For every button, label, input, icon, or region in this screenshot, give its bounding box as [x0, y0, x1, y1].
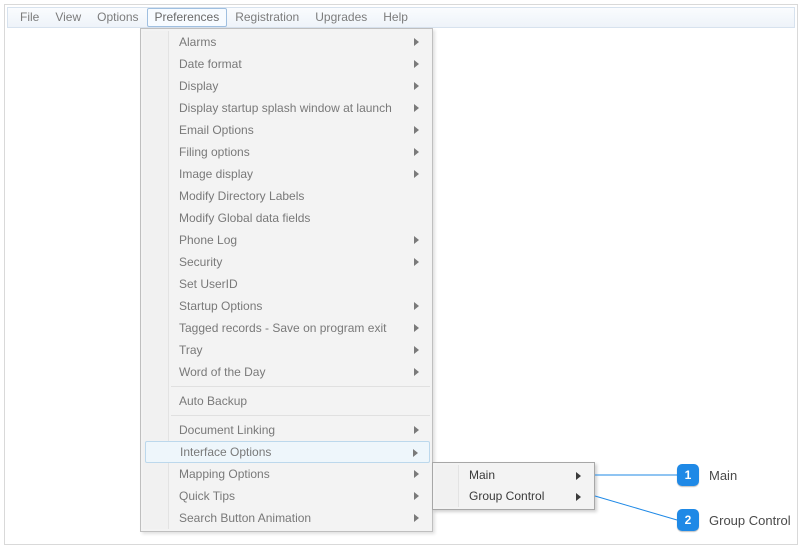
preferences-dropdown: Alarms Date format Display Display start… [140, 28, 433, 532]
menu-preferences[interactable]: Preferences [147, 8, 228, 27]
menu-item-display-startup-splash[interactable]: Display startup splash window at launch [171, 97, 430, 119]
submenu-icon-gutter [435, 465, 459, 507]
submenu-arrow-icon [414, 492, 420, 500]
callout-connector-1 [595, 467, 685, 487]
menu-item-label: Main [469, 468, 495, 482]
menu-options[interactable]: Options [89, 8, 146, 27]
submenu-arrow-icon [414, 38, 420, 46]
menu-item-label: Date format [179, 57, 242, 71]
menu-item-display[interactable]: Display [171, 75, 430, 97]
menu-separator [171, 415, 430, 416]
menu-item-email-options[interactable]: Email Options [171, 119, 430, 141]
menu-separator [171, 386, 430, 387]
submenu-arrow-icon [414, 236, 420, 244]
menu-item-date-format[interactable]: Date format [171, 53, 430, 75]
callout-label-2: Group Control [709, 513, 791, 528]
menu-item-label: Phone Log [179, 233, 237, 247]
submenu-arrow-icon [414, 60, 420, 68]
menu-item-label: Startup Options [179, 299, 262, 313]
submenu-arrow-icon [414, 148, 420, 156]
menu-item-search-button-animation[interactable]: Search Button Animation [171, 507, 430, 529]
submenu-arrow-icon [414, 368, 420, 376]
submenu-arrow-icon [414, 170, 420, 178]
callout-label-1: Main [709, 468, 737, 483]
submenu-arrow-icon [414, 514, 420, 522]
menu-item-label: Quick Tips [179, 489, 235, 503]
menu-item-label: Interface Options [180, 445, 271, 459]
submenu-arrow-icon [414, 324, 420, 332]
callout-badge-1: 1 [677, 464, 699, 486]
menu-item-security[interactable]: Security [171, 251, 430, 273]
submenu-arrow-icon [414, 82, 420, 90]
submenu-arrow-icon [413, 449, 419, 457]
submenu-item-main[interactable]: Main [461, 465, 592, 486]
menu-item-label: Word of the Day [179, 365, 265, 379]
menu-item-auto-backup[interactable]: Auto Backup [171, 390, 430, 412]
menu-item-startup-options[interactable]: Startup Options [171, 295, 430, 317]
menu-item-modify-directory-labels[interactable]: Modify Directory Labels [171, 185, 430, 207]
menu-item-label: Email Options [179, 123, 254, 137]
menu-item-quick-tips[interactable]: Quick Tips [171, 485, 430, 507]
menu-item-label: Filing options [179, 145, 250, 159]
menu-item-label: Auto Backup [179, 394, 247, 408]
menu-item-label: Modify Global data fields [179, 211, 310, 225]
menu-help[interactable]: Help [375, 8, 416, 27]
menu-item-image-display[interactable]: Image display [171, 163, 430, 185]
interface-options-submenu: Main Group Control [432, 462, 595, 510]
menu-item-phone-log[interactable]: Phone Log [171, 229, 430, 251]
menu-item-alarms[interactable]: Alarms [171, 31, 430, 53]
callout-connector-2 [595, 490, 685, 530]
submenu-arrow-icon [576, 493, 582, 501]
submenu-arrow-icon [414, 104, 420, 112]
menu-item-label: Image display [179, 167, 253, 181]
menu-item-modify-global-data-fields[interactable]: Modify Global data fields [171, 207, 430, 229]
submenu-arrow-icon [414, 470, 420, 478]
app-frame: File View Options Preferences Registrati… [4, 4, 798, 545]
menu-item-document-linking[interactable]: Document Linking [171, 419, 430, 441]
menu-item-set-userid[interactable]: Set UserID [171, 273, 430, 295]
submenu-arrow-icon [414, 126, 420, 134]
menu-item-label: Set UserID [179, 277, 238, 291]
menu-registration[interactable]: Registration [227, 8, 307, 27]
menu-item-filing-options[interactable]: Filing options [171, 141, 430, 163]
menu-item-label: Tagged records - Save on program exit [179, 321, 386, 335]
menubar: File View Options Preferences Registrati… [7, 7, 795, 28]
submenu-arrow-icon [414, 346, 420, 354]
menu-item-tagged-records[interactable]: Tagged records - Save on program exit [171, 317, 430, 339]
menu-item-tray[interactable]: Tray [171, 339, 430, 361]
menu-view[interactable]: View [47, 8, 89, 27]
menu-item-label: Display startup splash window at launch [179, 101, 392, 115]
menu-item-label: Group Control [469, 489, 544, 503]
submenu-arrow-icon [414, 302, 420, 310]
menu-item-label: Search Button Animation [179, 511, 311, 525]
submenu-arrow-icon [576, 472, 582, 480]
menu-item-label: Security [179, 255, 222, 269]
menu-item-label: Document Linking [179, 423, 275, 437]
menu-item-label: Display [179, 79, 218, 93]
submenu-arrow-icon [414, 426, 420, 434]
menu-item-label: Mapping Options [179, 467, 270, 481]
submenu-item-group-control[interactable]: Group Control [461, 486, 592, 507]
submenu-arrow-icon [414, 258, 420, 266]
menu-item-label: Tray [179, 343, 203, 357]
callout-badge-2: 2 [677, 509, 699, 531]
menu-item-label: Alarms [179, 35, 216, 49]
menu-item-label: Modify Directory Labels [179, 189, 304, 203]
menu-item-interface-options[interactable]: Interface Options [145, 441, 430, 463]
menu-file[interactable]: File [12, 8, 47, 27]
menu-item-mapping-options[interactable]: Mapping Options [171, 463, 430, 485]
menu-upgrades[interactable]: Upgrades [307, 8, 375, 27]
menu-item-word-of-the-day[interactable]: Word of the Day [171, 361, 430, 383]
